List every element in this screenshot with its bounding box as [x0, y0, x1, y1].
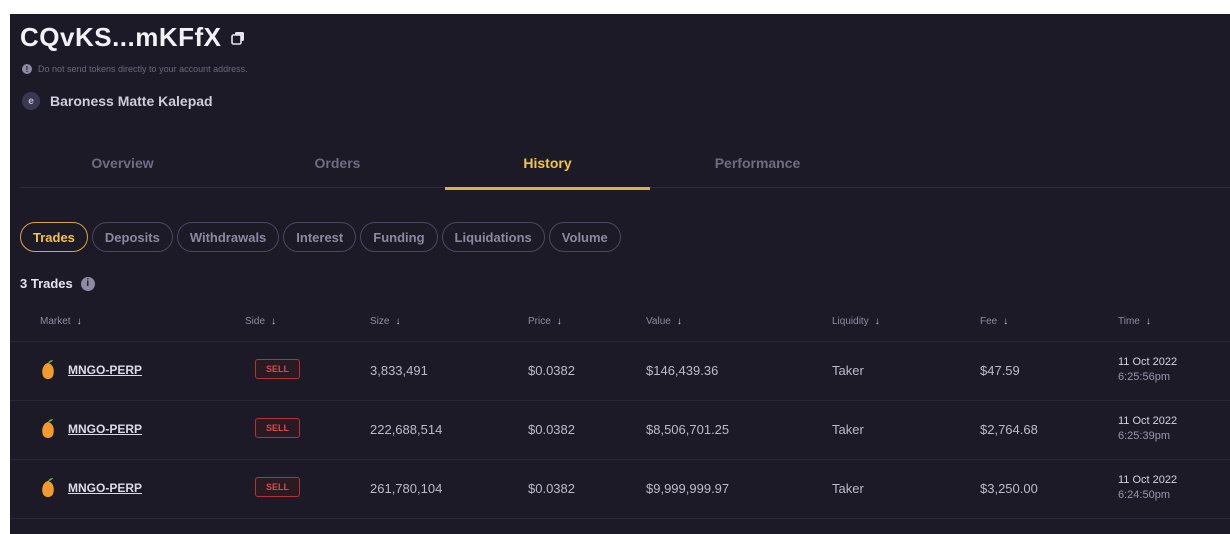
- sort-arrow-icon: ↓: [1145, 316, 1151, 327]
- account-panel: CQvKS...mKFfX ! Do not send tokens direc…: [10, 14, 1230, 534]
- warning-text: Do not send tokens directly to your acco…: [38, 64, 248, 74]
- liquidity-cell: Taker: [832, 481, 864, 496]
- account-header: CQvKS...mKFfX: [20, 22, 246, 53]
- column-header-liquidity[interactable]: Liquidity ↓: [832, 316, 880, 327]
- price-cell: $0.0382: [528, 363, 575, 378]
- tab-history[interactable]: History: [445, 138, 650, 190]
- table-header: Market ↓ Side ↓ Size ↓ Price ↓ Value ↓ Liquid…: [10, 302, 1230, 342]
- size-cell: 261,780,104: [370, 481, 443, 496]
- side-badge: SELL: [255, 418, 301, 438]
- liquidity-cell: Taker: [832, 422, 864, 437]
- filter-funding[interactable]: Funding: [360, 222, 438, 252]
- filter-trades[interactable]: Trades: [20, 222, 88, 252]
- mango-icon: [42, 419, 54, 438]
- value-cell: $146,439.36: [646, 363, 719, 378]
- tab-orders[interactable]: Orders: [235, 138, 440, 188]
- column-header-time[interactable]: Time ↓: [1118, 316, 1151, 327]
- size-cell: 3,833,491: [370, 363, 428, 378]
- table-row: MNGO-PERP SELL 222,688,514 $0.0382 $8,50…: [10, 401, 1230, 460]
- sort-arrow-icon: ↓: [556, 316, 562, 327]
- trade-time: 6:25:39pm: [1118, 430, 1170, 442]
- time-cell: 11 Oct 2022 6:25:56pm: [1118, 355, 1177, 385]
- history-filters: Trades Deposits Withdrawals Interest Fun…: [20, 222, 621, 252]
- filter-deposits[interactable]: Deposits: [91, 222, 173, 252]
- column-header-value[interactable]: Value ↓: [646, 316, 682, 327]
- column-header-side[interactable]: Side ↓: [245, 316, 276, 327]
- trade-date: 11 Oct 2022: [1118, 415, 1178, 427]
- time-cell: 11 Oct 2022 6:24:50pm: [1118, 473, 1177, 503]
- trade-date: 11 Oct 2022: [1118, 474, 1178, 486]
- sort-arrow-icon: ↓: [874, 316, 880, 327]
- filter-volume[interactable]: Volume: [548, 222, 621, 252]
- market-link[interactable]: MNGO-PERP: [68, 481, 142, 495]
- sort-arrow-icon: ↓: [395, 316, 401, 327]
- mango-icon: [42, 360, 54, 379]
- market-cell: MNGO-PERP: [40, 359, 142, 381]
- market-link[interactable]: MNGO-PERP: [68, 422, 142, 436]
- address-warning: ! Do not send tokens directly to your ac…: [22, 64, 248, 74]
- trades-table: Market ↓ Side ↓ Size ↓ Price ↓ Value ↓ Liquid…: [10, 302, 1230, 519]
- table-row: MNGO-PERP SELL 261,780,104 $0.0382 $9,99…: [10, 460, 1230, 519]
- profile-icon: e: [22, 92, 40, 110]
- copy-icon[interactable]: [230, 30, 246, 46]
- price-cell: $0.0382: [528, 481, 575, 496]
- trade-time: 6:25:56pm: [1118, 371, 1170, 383]
- tab-performance[interactable]: Performance: [655, 138, 860, 188]
- side-badge: SELL: [255, 477, 301, 497]
- account-address: CQvKS...mKFfX: [20, 22, 222, 52]
- column-header-fee[interactable]: Fee ↓: [980, 316, 1008, 327]
- filter-interest[interactable]: Interest: [283, 222, 357, 252]
- column-header-size[interactable]: Size ↓: [370, 316, 400, 327]
- profile-name: Baroness Matte Kalepad: [50, 93, 213, 109]
- market-cell: MNGO-PERP: [40, 418, 142, 440]
- trade-time: 6:24:50pm: [1118, 489, 1170, 501]
- mango-icon: [42, 478, 54, 497]
- sort-arrow-icon: ↓: [1003, 316, 1009, 327]
- fee-cell: $47.59: [980, 363, 1020, 378]
- table-row: MNGO-PERP SELL 3,833,491 $0.0382 $146,43…: [10, 342, 1230, 401]
- market-link[interactable]: MNGO-PERP: [68, 363, 142, 377]
- column-header-market[interactable]: Market ↓: [40, 316, 82, 327]
- main-tabs: Overview Orders History Performance: [20, 138, 1230, 190]
- fee-cell: $2,764.68: [980, 422, 1038, 437]
- fee-cell: $3,250.00: [980, 481, 1038, 496]
- sort-arrow-icon: ↓: [76, 316, 82, 327]
- market-cell: MNGO-PERP: [40, 477, 142, 499]
- price-cell: $0.0382: [528, 422, 575, 437]
- filter-withdrawals[interactable]: Withdrawals: [176, 222, 280, 252]
- column-header-price[interactable]: Price ↓: [528, 316, 562, 327]
- sort-arrow-icon: ↓: [676, 316, 682, 327]
- value-cell: $8,506,701.25: [646, 422, 730, 437]
- liquidity-cell: Taker: [832, 363, 864, 378]
- tab-overview[interactable]: Overview: [20, 138, 225, 188]
- profile[interactable]: e Baroness Matte Kalepad: [22, 92, 213, 110]
- time-cell: 11 Oct 2022 6:25:39pm: [1118, 414, 1177, 444]
- side-badge: SELL: [255, 359, 301, 379]
- info-icon[interactable]: i: [80, 276, 95, 291]
- filter-liquidations[interactable]: Liquidations: [441, 222, 545, 252]
- trades-count-label: 3 Trades: [20, 276, 73, 291]
- sort-arrow-icon: ↓: [271, 316, 277, 327]
- value-cell: $9,999,999.97: [646, 481, 730, 496]
- trade-date: 11 Oct 2022: [1118, 356, 1178, 368]
- size-cell: 222,688,514: [370, 422, 443, 437]
- trades-count: 3 Trades i: [20, 276, 95, 291]
- info-icon: !: [22, 64, 32, 74]
